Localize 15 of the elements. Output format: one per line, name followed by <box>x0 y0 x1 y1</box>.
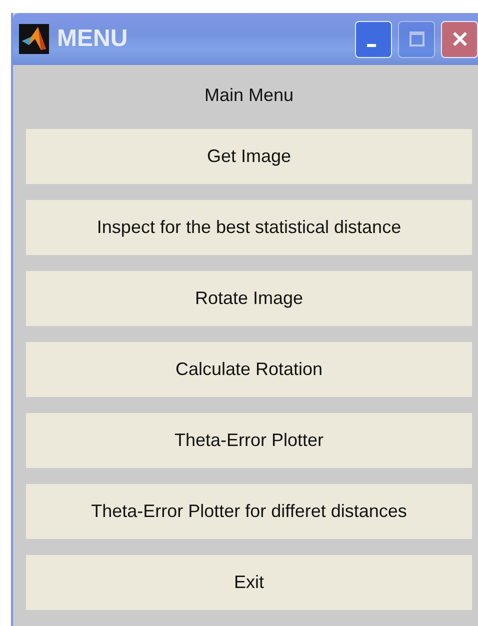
menu-button[interactable]: Exit <box>26 555 472 610</box>
menu-button[interactable]: Theta-Error Plotter <box>26 413 472 468</box>
window-title: MENU <box>57 25 128 53</box>
menu-button[interactable]: Theta-Error Plotter for differet distances <box>26 484 472 539</box>
close-icon <box>450 30 468 48</box>
menu-heading: Main Menu <box>203 84 295 106</box>
menu-button[interactable]: Calculate Rotation <box>26 342 472 397</box>
close-button[interactable] <box>441 20 478 58</box>
menu-button[interactable]: Rotate Image <box>26 271 472 326</box>
minimize-button[interactable] <box>355 20 392 58</box>
maximize-icon <box>408 31 424 47</box>
menu-button[interactable]: Inspect for the best statistical distance <box>26 200 472 255</box>
menu-button[interactable]: Get Image <box>26 129 472 184</box>
minimize-icon <box>367 44 376 46</box>
app-logo-icon <box>19 24 49 54</box>
